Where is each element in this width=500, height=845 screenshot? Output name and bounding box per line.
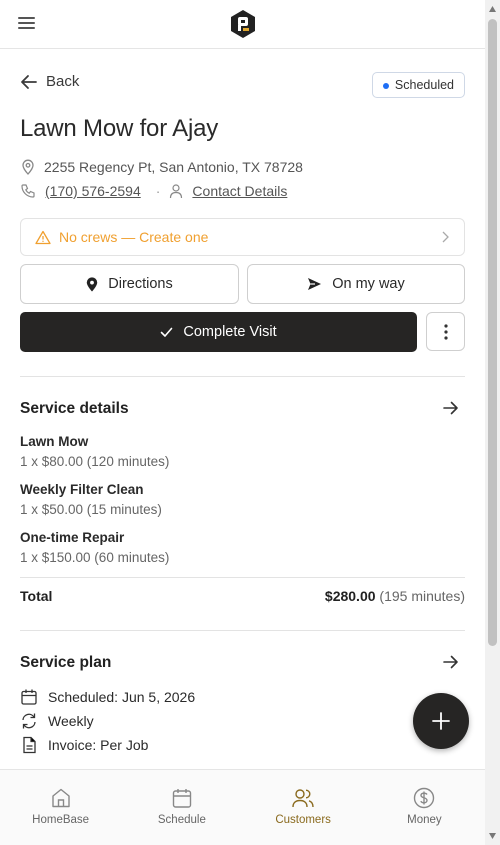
map-pin-icon <box>22 159 34 175</box>
status-badge: Scheduled <box>371 72 465 98</box>
nav-item-homebase[interactable]: HomeBase <box>0 770 121 845</box>
more-options-button[interactable] <box>426 312 465 351</box>
service-item-detail: 1 x $150.00 (60 minutes) <box>20 550 170 565</box>
app-logo[interactable] <box>229 9 257 39</box>
repeat-icon <box>22 713 36 729</box>
address-text: 2255 Regency Pt, San Antonio, TX 78728 <box>44 159 303 175</box>
complete-visit-label: Complete Visit <box>183 324 277 340</box>
on-my-way-label: On my way <box>332 276 405 292</box>
service-item-name: Weekly Filter Clean <box>20 482 144 497</box>
contact-details-link[interactable]: Contact Details <box>192 183 287 199</box>
service-details-title: Service details <box>20 400 129 417</box>
directions-label: Directions <box>108 276 173 292</box>
more-vertical-icon <box>443 323 448 340</box>
send-icon <box>308 278 322 290</box>
back-button[interactable]: Back <box>20 73 79 90</box>
home-icon <box>51 788 70 808</box>
nav-label: HomeBase <box>32 814 90 826</box>
plan-frequency-row: Weekly <box>20 712 94 730</box>
location-pin-icon <box>87 276 98 291</box>
service-plan-arrow-icon[interactable] <box>443 655 459 669</box>
users-icon <box>292 789 314 808</box>
separator-dot: · <box>155 183 161 199</box>
back-label: Back <box>46 73 80 90</box>
warning-icon <box>35 230 51 244</box>
nav-label: Customers <box>275 814 331 826</box>
total-minutes: (195 minutes) <box>379 588 465 604</box>
service-item-name: One-time Repair <box>20 530 125 545</box>
directions-button[interactable]: Directions <box>20 264 239 304</box>
document-icon <box>23 736 36 754</box>
bottom-nav: HomeBase Schedule Customers Money <box>0 769 485 845</box>
plus-icon <box>432 712 450 730</box>
phone-link[interactable]: (170) 576-2594 <box>45 183 141 199</box>
dollar-icon <box>414 787 435 809</box>
divider <box>20 577 465 578</box>
page-title: Lawn Mow for Ajay <box>20 115 219 142</box>
on-my-way-button[interactable]: On my way <box>247 264 465 304</box>
top-bar <box>0 0 485 49</box>
plan-invoice-row: Invoice: Per Job <box>20 736 148 754</box>
complete-visit-button[interactable]: Complete Visit <box>20 312 417 352</box>
divider <box>20 376 465 377</box>
total-amount: $280.00 <box>324 588 376 604</box>
service-plan-title: Service plan <box>20 654 112 671</box>
hamburger-icon[interactable] <box>18 16 35 30</box>
calendar-icon <box>172 789 192 808</box>
scroll-down-arrow-icon[interactable] <box>488 832 497 840</box>
user-icon <box>170 184 183 199</box>
checkmark-icon <box>161 327 173 337</box>
service-item-name: Lawn Mow <box>20 434 89 449</box>
nav-item-customers[interactable]: Customers <box>243 770 364 845</box>
contact-row: (170) 576-2594 · Contact Details <box>20 183 287 199</box>
calendar-icon <box>21 689 37 705</box>
nav-item-schedule[interactable]: Schedule <box>121 770 242 845</box>
phone-icon <box>21 184 35 198</box>
service-details-arrow-icon[interactable] <box>443 401 459 415</box>
service-item-detail: 1 x $80.00 (120 minutes) <box>20 454 170 469</box>
plan-scheduled-row: Scheduled: Jun 5, 2026 <box>20 688 195 706</box>
create-crew-banner[interactable]: No crews — Create one <box>20 218 465 256</box>
chevron-right-icon <box>442 231 449 243</box>
service-item-detail: 1 x $50.00 (15 minutes) <box>20 502 162 517</box>
nav-label: Schedule <box>157 814 206 826</box>
add-fab-button[interactable] <box>413 693 469 749</box>
scrollbar[interactable] <box>485 0 500 845</box>
address-row: 2255 Regency Pt, San Antonio, TX 78728 <box>20 159 303 175</box>
arrow-left-icon <box>21 74 37 89</box>
scrollbar-thumb[interactable] <box>488 19 497 646</box>
divider <box>20 630 465 631</box>
nav-item-money[interactable]: Money <box>364 770 485 845</box>
nav-label: Money <box>407 814 442 826</box>
crew-warning-text: No crews — Create one <box>59 229 209 245</box>
total-value: $280.00 (195 minutes) <box>325 588 465 604</box>
plan-invoice-text: Invoice: Per Job <box>48 737 149 753</box>
total-label: Total <box>20 588 53 604</box>
plan-scheduled-text: Scheduled: Jun 5, 2026 <box>48 689 196 705</box>
scroll-up-arrow-icon[interactable] <box>488 5 497 13</box>
plan-frequency-text: Weekly <box>48 713 94 729</box>
